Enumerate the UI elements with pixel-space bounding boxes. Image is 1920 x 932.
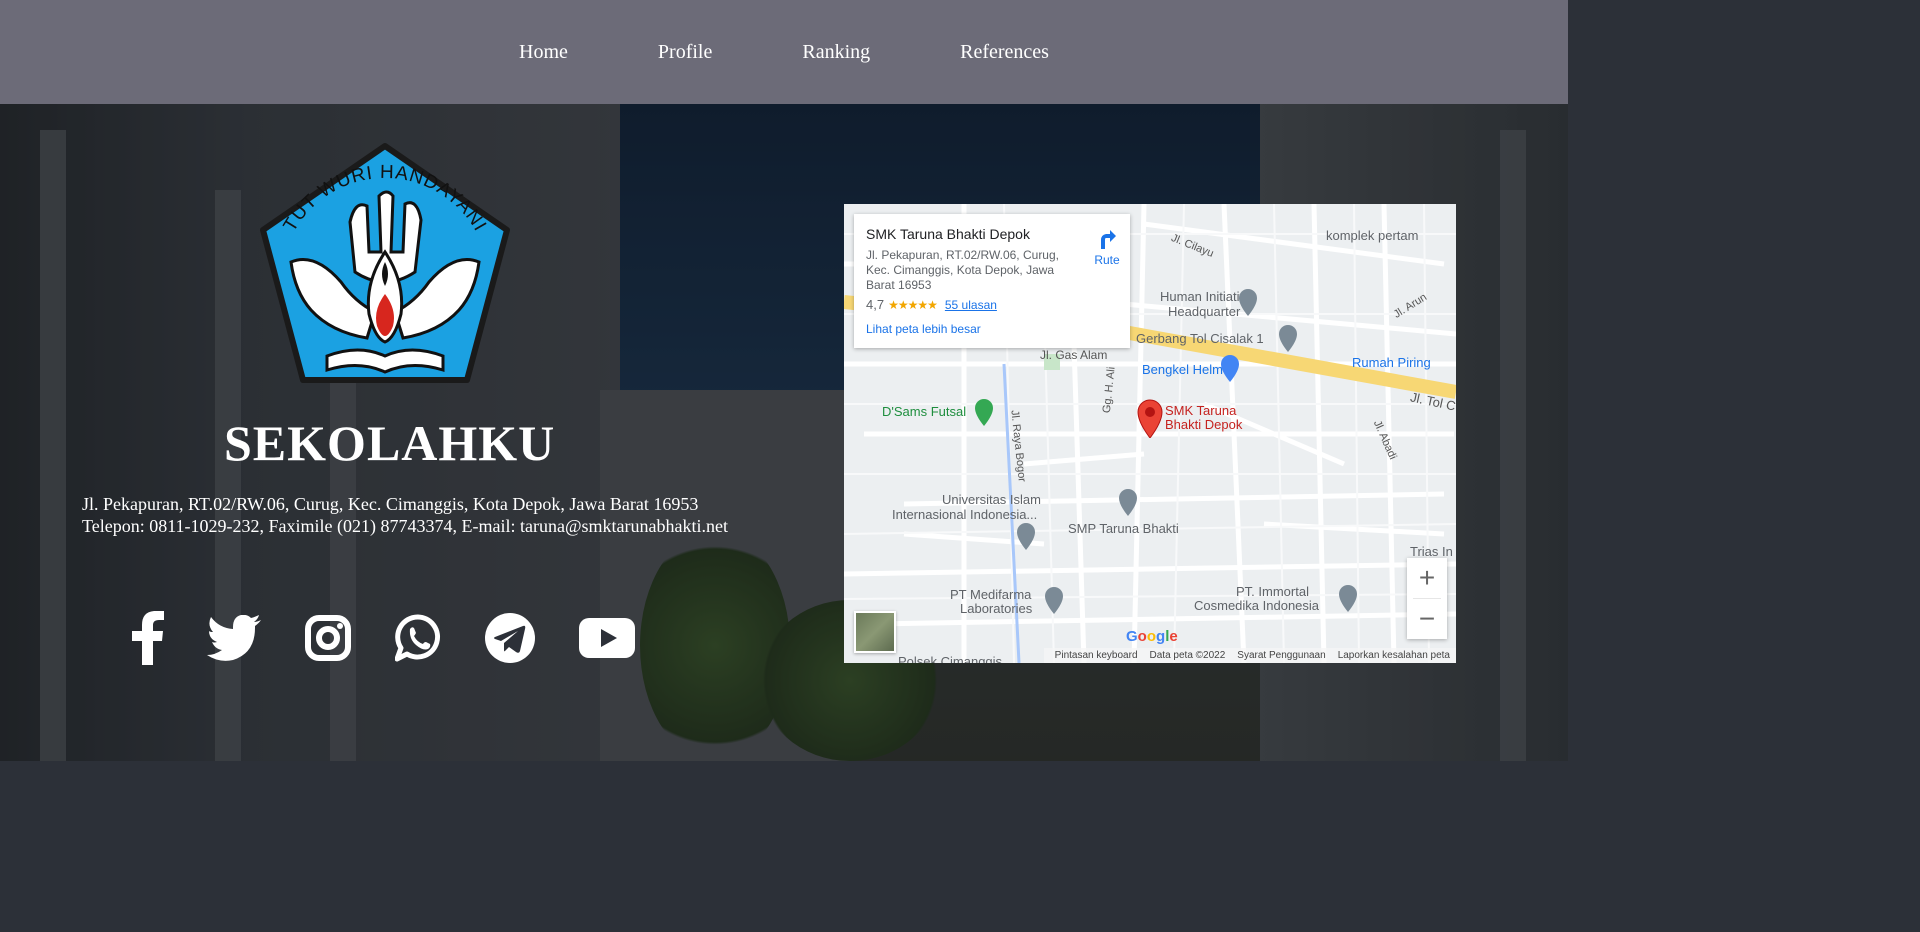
zoom-controls: + − [1407,558,1447,639]
map-label-immortal-1: PT. Immortal [1236,584,1309,599]
zoom-in-button[interactable]: + [1407,558,1447,598]
nav-profile[interactable]: Profile [658,41,712,64]
map-label-gerbang: Gerbang Tol Cisalak 1 [1136,331,1264,346]
map-label-medifarma-2: Laboratories [960,601,1033,616]
map-label-smk-1: SMK Taruna [1165,403,1237,418]
telegram-icon[interactable] [484,605,536,671]
zoom-out-button[interactable]: − [1407,599,1447,639]
google-map-embed[interactable]: SMK Taruna Bhakti Depok Jl. Pekapuran, R… [844,204,1456,663]
star-rating-icon: ★★★★★ [888,297,938,312]
map-label-medifarma-1: PT Medifarma [950,587,1032,602]
youtube-icon[interactable] [578,605,636,671]
map-label-unii-1: Universitas Islam [942,492,1041,507]
location-pin-icon[interactable] [1136,398,1164,438]
map-label-smp: SMP Taruna Bhakti [1068,521,1179,536]
toll-gate-pin-icon[interactable] [1278,324,1298,352]
school-pin-icon[interactable] [1118,488,1138,516]
school-name: SEKOLAHKU [224,415,556,471]
report-error-link[interactable]: Laporkan kesalahan peta [1338,650,1450,661]
map-label-headquarter: Headquarter [1168,304,1241,319]
nav-home[interactable]: Home [519,41,568,64]
facebook-icon[interactable] [128,605,168,671]
place-rating: 4,7 ★★★★★ 55 ulasan [866,297,1118,312]
school-phone-email: Telepon: 0811-1029-232, Faximile (021) 8… [82,516,729,536]
place-address: Jl. Pekapuran, RT.02/RW.06, Curug, Kec. … [866,248,1059,292]
map-label-smk-2: Bhakti Depok [1165,417,1243,432]
directions-icon [1101,230,1116,249]
map-footer: Pintasan keyboard Data peta ©2022 Syarat… [1044,648,1456,663]
immortal-pin-icon[interactable] [1338,584,1358,612]
directions-button[interactable]: Rute [1090,228,1124,267]
map-label-trias: Trias In [1410,544,1453,559]
nav-ranking[interactable]: Ranking [802,41,870,64]
rating-value: 4,7 [866,297,885,312]
map-label-rumah-piring: Rumah Piring [1352,355,1431,370]
view-larger-map-link[interactable]: Lihat peta lebih besar [866,322,1118,336]
medifarma-pin-icon[interactable] [1044,586,1064,614]
helmet-shop-pin-icon[interactable] [1220,354,1240,382]
futsal-pin-icon[interactable] [974,398,994,426]
map-data-attribution: Data peta ©2022 [1149,650,1226,661]
instagram-icon[interactable] [304,605,352,671]
social-links [118,605,658,671]
whatsapp-icon[interactable] [394,605,442,671]
nav-references[interactable]: References [960,41,1049,64]
top-navbar: Home Profile Ranking References [0,0,1568,104]
school-address: Jl. Pekapuran, RT.02/RW.06, Curug, Kec. … [82,494,699,514]
place-name: SMK Taruna Bhakti Depok [866,226,1030,242]
map-label-unii-2: Internasional Indonesia... [892,507,1038,522]
google-logo: Google [1126,628,1178,645]
terms-link[interactable]: Syarat Penggunaan [1237,650,1325,661]
satellite-view-toggle[interactable] [854,611,896,653]
place-info-card: SMK Taruna Bhakti Depok Jl. Pekapuran, R… [854,214,1130,348]
map-label-immortal-2: Cosmedika Indonesia [1194,598,1320,613]
map-label-komplek: komplek pertam [1326,228,1419,243]
keyboard-shortcuts-link[interactable]: Pintasan keyboard [1055,650,1138,661]
map-label-polsek: Polsek Cimanggis [898,654,1003,663]
hq-pin-icon[interactable] [1238,288,1258,316]
tut-wuri-handayani-logo: TUT WURI HANDAYANI [255,142,515,400]
map-label-gas-alam: Jl. Gas Alam [1040,348,1108,362]
map-label-dsams: D'Sams Futsal [882,404,967,419]
school-contact: Jl. Pekapuran, RT.02/RW.06, Curug, Kec. … [82,493,728,537]
twitter-icon[interactable] [206,605,262,671]
university-pin-icon[interactable] [1016,522,1036,550]
reviews-link[interactable]: 55 ulasan [945,298,997,312]
map-label-bengkel: Bengkel Helm [1142,362,1223,377]
directions-label: Rute [1094,253,1120,267]
